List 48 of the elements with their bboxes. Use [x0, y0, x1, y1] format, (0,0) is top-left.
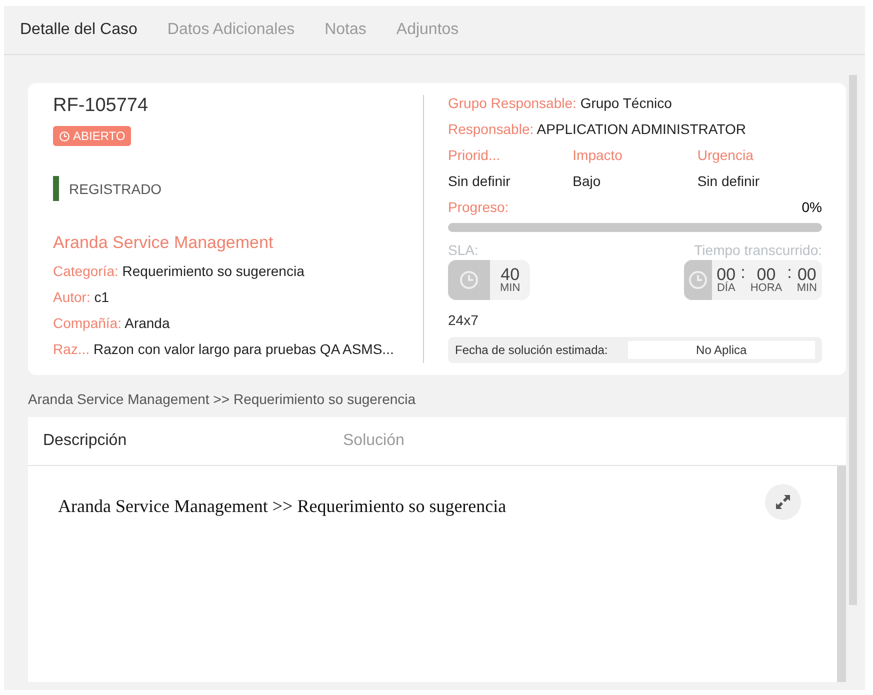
elapsed-value: 00: [716, 266, 736, 283]
progress-reading: 0%: [802, 199, 822, 215]
rating-value: Sin definir: [697, 173, 761, 189]
rating-value: Sin definir: [448, 173, 512, 189]
expand-icon: [775, 494, 791, 510]
progress-label: Progreso:: [448, 199, 509, 215]
elapsed-unit: HORA: [750, 283, 782, 294]
assignment-field: Grupo Responsable: Grupo Técnico: [448, 95, 822, 111]
clock-icon: [459, 270, 479, 290]
sla-label: SLA:: [448, 242, 478, 258]
estimate-label: Fecha de solución estimada:: [455, 343, 608, 357]
tab[interactable]: Solución: [343, 432, 643, 450]
case-field: Raz... Razon con valor largo para pruebas QA ASMS...: [53, 341, 423, 357]
tab[interactable]: Notas: [324, 21, 366, 39]
clock-icon: [59, 130, 70, 142]
expand-button[interactable]: [765, 484, 801, 520]
status-badge: ABIERTO: [53, 126, 132, 146]
elapsed-unit: MIN: [796, 283, 817, 294]
service-name: Aranda Service Management: [53, 233, 274, 253]
tab[interactable]: Detalle del Caso: [20, 21, 138, 39]
elapsed-unit: DÍA: [716, 283, 736, 294]
time-separator: :: [787, 263, 792, 283]
assignment-field: Responsable: APPLICATION ADMINISTRATOR: [448, 121, 822, 137]
clock-icon: [688, 270, 708, 290]
scrollbar[interactable]: [849, 75, 857, 605]
breadcrumb: Aranda Service Management >> Requerimiento so sugerencia: [28, 391, 417, 407]
calendar-label: 24x7: [448, 312, 478, 328]
estimate-value: No Aplica: [628, 341, 815, 359]
sla-value: 40: [500, 266, 520, 283]
sla-unit: MIN: [500, 283, 520, 294]
tab[interactable]: Adjuntos: [396, 21, 459, 39]
tab[interactable]: Datos Adicionales: [167, 21, 295, 39]
rating-label: Urgencia: [697, 147, 754, 163]
case-id: RF-105774: [53, 95, 150, 117]
case-field: Compañía: Aranda: [53, 315, 423, 331]
elapsed-value: 00: [797, 266, 816, 283]
elapsed-value: 00: [756, 266, 776, 283]
case-field: Categoría: Requerimiento so sugerencia: [53, 263, 423, 279]
rating-label: Priorid...: [448, 147, 502, 163]
tab[interactable]: Descripción: [43, 432, 343, 450]
elapsed-label: Tiempo transcurrido:: [694, 242, 822, 258]
scrollbar[interactable]: [837, 466, 846, 682]
stage-label: REGISTRADO: [69, 180, 162, 196]
rating-label: Impacto: [572, 147, 624, 163]
time-separator: :: [740, 263, 746, 283]
description-text: Aranda Service Management >> Requerimiento so sugerencia: [58, 496, 506, 517]
rating-value: Bajo: [572, 173, 602, 189]
case-field: Autor: c1: [53, 289, 423, 305]
